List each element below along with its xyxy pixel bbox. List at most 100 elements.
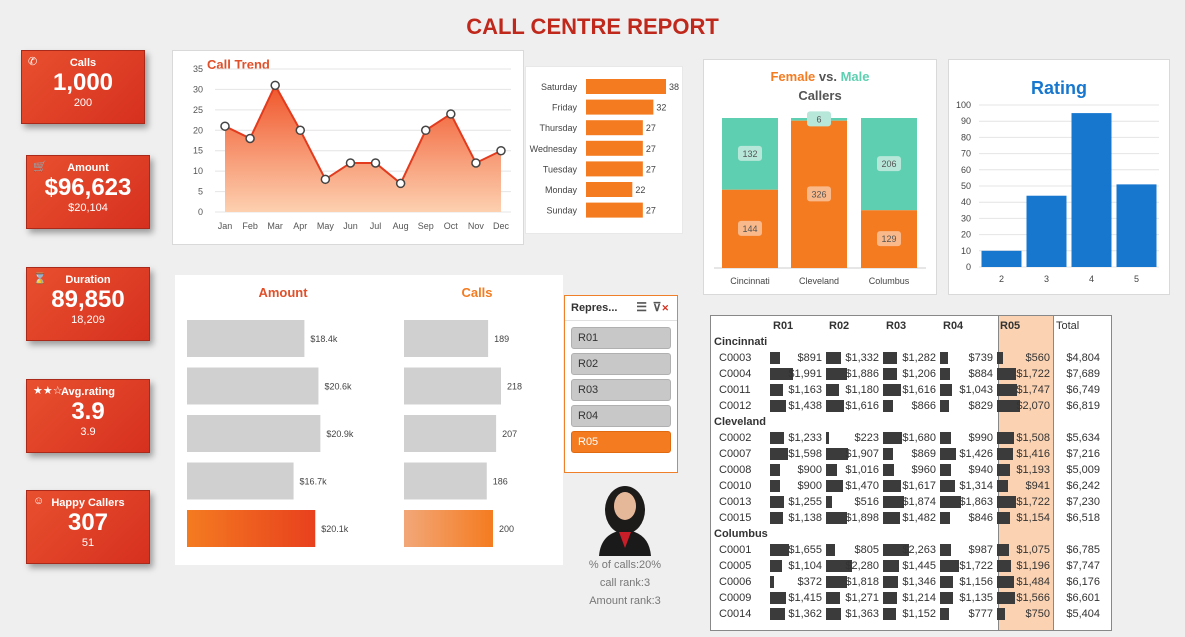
weekday-value: 32 xyxy=(656,103,666,113)
value-cell: $1,886 xyxy=(845,368,879,380)
value-cell: $1,362 xyxy=(788,608,822,620)
weekday-bar xyxy=(586,161,643,177)
row-label: C0015 xyxy=(719,512,752,524)
call-trend-chart: Call Trend 0 5 10 15 20 25 30 35 Jan Feb Mar Apr May J… xyxy=(193,57,511,231)
value-cell: $829 xyxy=(968,400,993,412)
value-cell: $1,282 xyxy=(902,352,936,364)
row-label: C0009 xyxy=(719,592,752,604)
trend-point xyxy=(395,178,406,189)
y-tick-label: 40 xyxy=(961,197,971,207)
value-cell: $1,722 xyxy=(1016,496,1050,508)
value-cell: $1,508 xyxy=(1016,432,1050,444)
value-cell: $1,154 xyxy=(1016,512,1050,524)
slicer-item-r05[interactable]: R05 xyxy=(571,431,671,453)
trend-point xyxy=(245,133,255,144)
value-cell: $1,907 xyxy=(845,448,879,460)
y-tick-label: 35 xyxy=(193,64,203,74)
value-cell: $1,163 xyxy=(788,384,822,396)
value-cell: $6,749 xyxy=(1066,384,1100,396)
amount-bar xyxy=(187,462,294,500)
x-tick-label: 3 xyxy=(1044,274,1049,284)
calls-value: 218 xyxy=(507,382,522,392)
slicer-item-r04[interactable]: R04 xyxy=(571,405,671,427)
x-tick-label: Nov xyxy=(468,221,485,231)
value-cell: $1,415 xyxy=(788,592,822,604)
slicer-item-r02[interactable]: R02 xyxy=(571,353,671,375)
y-tick-label: 30 xyxy=(193,84,203,94)
calls-value: 186 xyxy=(493,477,508,487)
y-tick-label: 10 xyxy=(961,246,971,256)
value-cell: $1,438 xyxy=(788,400,822,412)
value-cell: $1,747 xyxy=(1016,384,1050,396)
value-cell: $1,180 xyxy=(845,384,879,396)
amount-value: $16.7k xyxy=(300,477,328,487)
weekday-value: 27 xyxy=(646,123,656,133)
y-tick-label: 0 xyxy=(198,207,203,217)
weekday-value: 22 xyxy=(635,185,645,195)
cart-icon: 🛒 xyxy=(33,161,47,173)
amount-bar xyxy=(187,320,305,357)
row-label: C0008 xyxy=(719,464,752,476)
value-cell: $560 xyxy=(1025,352,1050,364)
kpi-sub-value: 3.9 xyxy=(80,426,96,438)
value-cell: $6,242 xyxy=(1066,480,1100,492)
clear-filter-icon[interactable]: ⊽✕ xyxy=(653,300,669,314)
amount-bar xyxy=(187,510,316,547)
value-cell: $1,426 xyxy=(959,448,993,460)
trend-point xyxy=(471,158,481,168)
value-cell: $891 xyxy=(797,352,822,364)
gender-subtitle: Callers xyxy=(798,88,841,103)
value-cell: $1,566 xyxy=(1016,592,1050,604)
y-tick-label: 15 xyxy=(193,146,203,156)
value-cell: $900 xyxy=(797,480,822,492)
value-cell: $5,634 xyxy=(1066,432,1100,444)
y-tick-label: 20 xyxy=(193,125,203,135)
value-cell: $869 xyxy=(911,448,936,460)
value-cell: $1,482 xyxy=(902,512,936,524)
weekday-chart: Saturday 38 Friday 32 Thursday 27 Wednesday 27 T… xyxy=(530,79,679,218)
calls-bar xyxy=(404,510,493,547)
report-title: CALL CENTRE REPORT xyxy=(466,14,719,39)
amount-title: Amount xyxy=(258,285,308,300)
rep-bars-panel: Amount Calls $18.4k 189 $20.6k 218 $20.9k 207 $1… xyxy=(175,275,563,565)
kpi-value: 307 xyxy=(67,509,109,536)
value-cell: $884 xyxy=(968,368,993,380)
amount-rank-text: Amount rank:3 xyxy=(589,595,661,607)
calls-bar xyxy=(404,320,489,357)
kpi-value: 1,000 xyxy=(52,69,114,96)
row-label: C0002 xyxy=(719,432,752,444)
rating-bar xyxy=(1116,184,1157,267)
value-cell: $1,196 xyxy=(1016,560,1050,572)
x-tick-label: Dec xyxy=(493,221,510,231)
value-cell: $1,898 xyxy=(845,512,879,524)
weekday-label: Monday xyxy=(545,185,578,195)
multi-select-icon[interactable]: ☰ xyxy=(636,300,647,314)
weekday-panel: Saturday 38 Friday 32 Thursday 27 Wednesday 27 T… xyxy=(525,66,683,234)
value-cell: $6,176 xyxy=(1066,576,1100,588)
rating-bar xyxy=(981,250,1022,267)
value-cell: $5,404 xyxy=(1066,608,1100,620)
value-cell: $1,193 xyxy=(1016,464,1050,476)
gender-chart: Female vs. Male Callers 132 144 Cincinnati 6 3… xyxy=(714,69,926,286)
trend-point xyxy=(295,125,306,136)
kpi-card-happy-callers: ☺ Happy Callers 307 51 xyxy=(26,490,150,564)
y-tick-label: 10 xyxy=(193,166,203,176)
value-cell: $1,470 xyxy=(845,480,879,492)
x-tick-label: 4 xyxy=(1089,274,1094,284)
value-cell: $960 xyxy=(911,464,936,476)
gender-panel: Female vs. Male Callers 132 144 Cincinnati 6 3… xyxy=(703,59,937,295)
phone-icon: ✆ xyxy=(28,56,38,68)
value-cell: $739 xyxy=(968,352,993,364)
amount-value: $18.4k xyxy=(310,334,338,344)
y-tick-label: 100 xyxy=(956,100,971,110)
value-cell: $1,346 xyxy=(902,576,936,588)
slicer-item-r01[interactable]: R01 xyxy=(571,327,671,349)
value-cell: $4,804 xyxy=(1066,352,1100,364)
kpi-value: 3.9 xyxy=(71,398,105,425)
group-header: Cleveland xyxy=(714,416,766,428)
x-tick-label: 2 xyxy=(999,274,1004,284)
value-cell: $6,518 xyxy=(1066,512,1100,524)
slicer-item-r03[interactable]: R03 xyxy=(571,379,671,401)
trend-point xyxy=(420,125,431,136)
x-tick-label: Jul xyxy=(370,221,382,231)
